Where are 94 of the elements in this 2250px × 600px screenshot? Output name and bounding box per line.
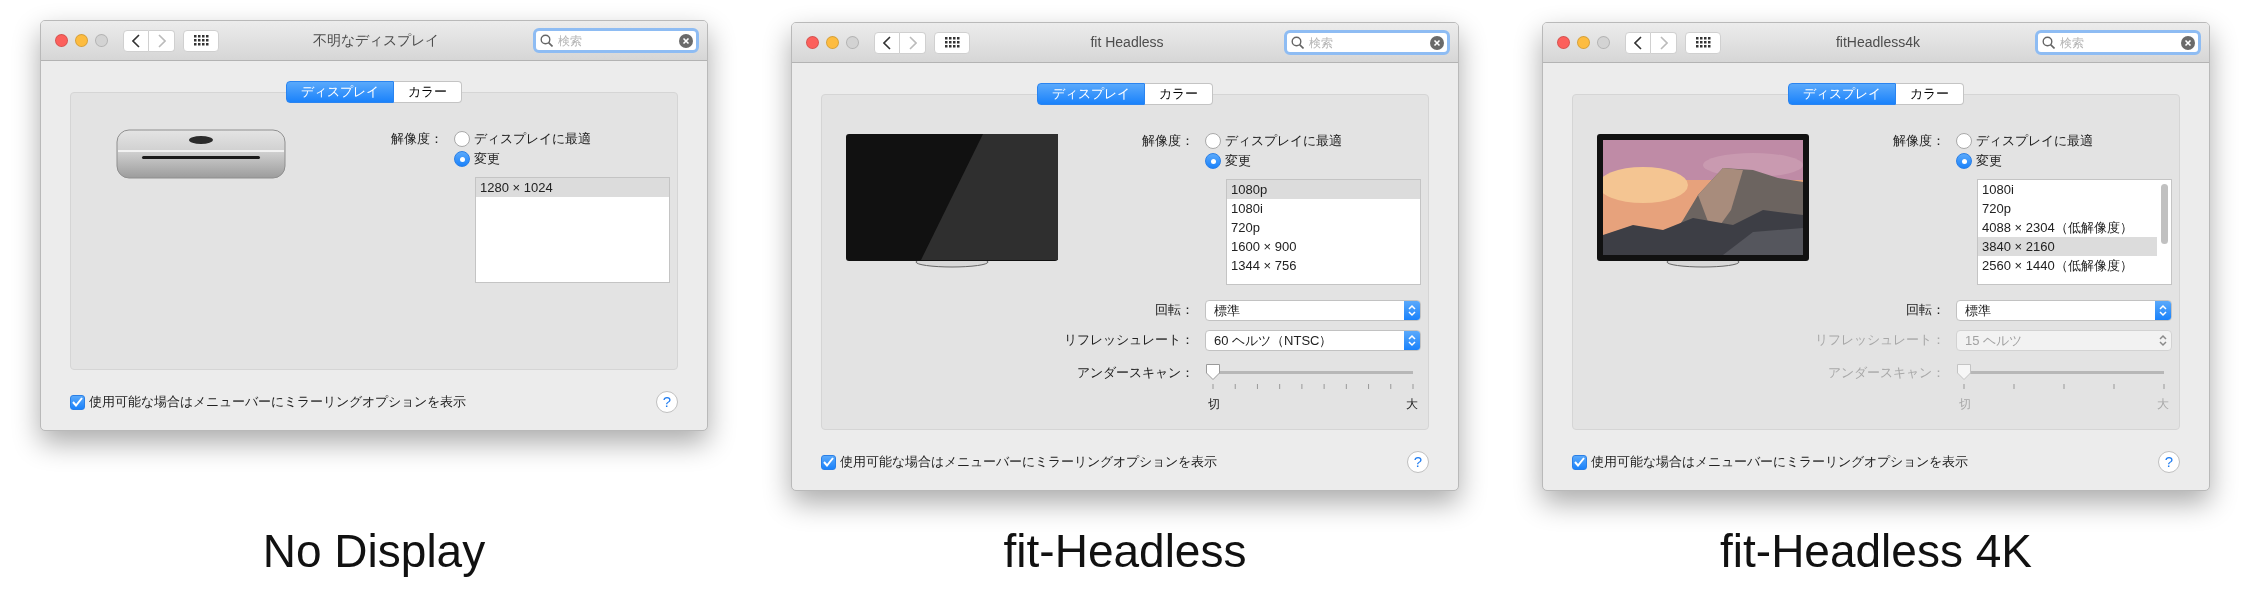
zoom-button[interactable] bbox=[1597, 36, 1610, 49]
field-label: 回転： bbox=[1154, 301, 1194, 319]
radio-button[interactable] bbox=[1205, 133, 1221, 149]
resolution-option[interactable]: 720p bbox=[1978, 199, 2157, 218]
rotation-dropdown[interactable]: 標準 bbox=[1956, 300, 2172, 321]
clear-icon[interactable] bbox=[2181, 35, 2195, 50]
caption: No Display bbox=[261, 524, 487, 579]
refresh-rate-dropdown[interactable]: 60 ヘルツ（NTSC） bbox=[1205, 330, 1421, 351]
radio-label: ディスプレイに最適 bbox=[1225, 132, 1342, 151]
stepper-icon bbox=[1408, 304, 1416, 317]
checkbox-label: 使用可能な場合はメニューバーにミラーリングオプションを表示 bbox=[1591, 453, 1968, 472]
resolution-option[interactable]: 720p bbox=[1227, 218, 1420, 237]
help-button[interactable]: ? bbox=[2158, 451, 2180, 473]
checkbox-label: 使用可能な場合はメニューバーにミラーリングオプションを表示 bbox=[89, 393, 466, 412]
search-field[interactable]: 検索 bbox=[2035, 30, 2201, 55]
field-label: リフレッシュレート： bbox=[1064, 331, 1194, 349]
resolution-option[interactable]: 1080i bbox=[1978, 180, 2157, 199]
radio-label: ディスプレイに最適 bbox=[474, 130, 591, 149]
chevron-right-icon bbox=[908, 35, 917, 50]
radio-button[interactable] bbox=[454, 131, 470, 147]
radio-button[interactable] bbox=[1956, 153, 1972, 169]
show-all-button[interactable] bbox=[934, 31, 970, 54]
resolution-option[interactable]: 2560 × 1440（低解像度） bbox=[1978, 256, 2157, 275]
close-button[interactable] bbox=[1557, 36, 1570, 49]
field-label: 解像度： bbox=[390, 130, 443, 148]
radio-button[interactable] bbox=[1956, 133, 1972, 149]
chevron-right-icon bbox=[1659, 35, 1668, 50]
chevron-left-icon bbox=[883, 35, 891, 50]
tab[interactable]: カラー bbox=[1896, 83, 1964, 105]
back-button[interactable] bbox=[874, 31, 900, 54]
tab[interactable]: カラー bbox=[394, 81, 462, 103]
checkbox[interactable] bbox=[821, 454, 836, 470]
radio-label: ディスプレイに最適 bbox=[1976, 132, 2093, 151]
window-title: 不明なディスプレイ bbox=[312, 31, 440, 50]
help-button[interactable]: ? bbox=[1407, 451, 1429, 473]
search-icon bbox=[1291, 36, 1304, 49]
clear-icon[interactable] bbox=[679, 33, 693, 48]
caption: fit-Headless bbox=[1002, 524, 1248, 579]
resolution-option[interactable]: 1280 × 1024 bbox=[476, 178, 669, 197]
stepper-icon bbox=[2159, 304, 2167, 317]
radio-label: 変更 bbox=[1976, 152, 2002, 171]
search-icon bbox=[2042, 36, 2055, 49]
caption: fit-Headless 4K bbox=[1719, 524, 2033, 579]
field-label: 解像度： bbox=[1141, 132, 1194, 150]
resolution-option[interactable]: 4088 × 2304（低解像度） bbox=[1978, 218, 2157, 237]
help-button[interactable]: ? bbox=[656, 391, 678, 413]
window-title: fitHeadless4k bbox=[1834, 33, 1921, 52]
checkbox[interactable] bbox=[70, 394, 85, 410]
checkbox[interactable] bbox=[1572, 454, 1587, 470]
checkbox-label: 使用可能な場合はメニューバーにミラーリングオプションを表示 bbox=[840, 453, 1217, 472]
show-all-button[interactable] bbox=[183, 29, 219, 52]
radio-button[interactable] bbox=[1205, 153, 1221, 169]
search-icon bbox=[540, 34, 553, 47]
scrollbar[interactable] bbox=[2161, 184, 2168, 244]
window-title: fit Headless bbox=[1089, 33, 1165, 52]
resolution-option[interactable]: 1080i bbox=[1227, 199, 1420, 218]
stepper-icon bbox=[2159, 334, 2167, 347]
grid-icon bbox=[1695, 37, 1711, 48]
resolution-option[interactable]: 1080p bbox=[1227, 180, 1420, 199]
field-label: アンダースキャン： bbox=[1076, 364, 1194, 382]
chevron-left-icon bbox=[132, 33, 140, 48]
close-button[interactable] bbox=[806, 36, 819, 49]
field-label: 解像度： bbox=[1892, 132, 1945, 150]
grid-icon bbox=[193, 35, 209, 46]
search-field[interactable]: 検索 bbox=[533, 28, 699, 53]
radio-button[interactable] bbox=[454, 151, 470, 167]
back-button[interactable] bbox=[123, 29, 149, 52]
tab[interactable]: カラー bbox=[1145, 83, 1213, 105]
clear-icon[interactable] bbox=[1430, 35, 1444, 50]
chevron-left-icon bbox=[1634, 35, 1642, 50]
zoom-button[interactable] bbox=[846, 36, 859, 49]
slider-max-label: 大 bbox=[1406, 396, 1418, 413]
field-label: 回転： bbox=[1905, 301, 1945, 319]
resolution-option[interactable]: 3840 × 2160 bbox=[1978, 237, 2157, 256]
search-field[interactable]: 検索 bbox=[1284, 30, 1450, 55]
radio-label: 変更 bbox=[1225, 152, 1251, 171]
stepper-icon bbox=[1408, 334, 1416, 347]
close-button[interactable] bbox=[55, 34, 68, 47]
slider-thumb[interactable] bbox=[1205, 363, 1221, 381]
rotation-dropdown[interactable]: 標準 bbox=[1205, 300, 1421, 321]
radio-label: 変更 bbox=[474, 150, 500, 169]
back-button[interactable] bbox=[1625, 31, 1651, 54]
minimize-button[interactable] bbox=[826, 36, 839, 49]
slider-min-label: 切 bbox=[1208, 396, 1220, 413]
chevron-right-icon bbox=[157, 33, 166, 48]
resolution-option[interactable]: 1344 × 756 bbox=[1227, 256, 1420, 275]
resolution-option[interactable]: 1600 × 900 bbox=[1227, 237, 1420, 256]
zoom-button[interactable] bbox=[95, 34, 108, 47]
slider-min-label: 切 bbox=[1959, 396, 1971, 413]
minimize-button[interactable] bbox=[75, 34, 88, 47]
minimize-button[interactable] bbox=[1577, 36, 1590, 49]
refresh-rate-dropdown: 15 ヘルツ bbox=[1956, 330, 2172, 351]
show-all-button[interactable] bbox=[1685, 31, 1721, 54]
grid-icon bbox=[944, 37, 960, 48]
